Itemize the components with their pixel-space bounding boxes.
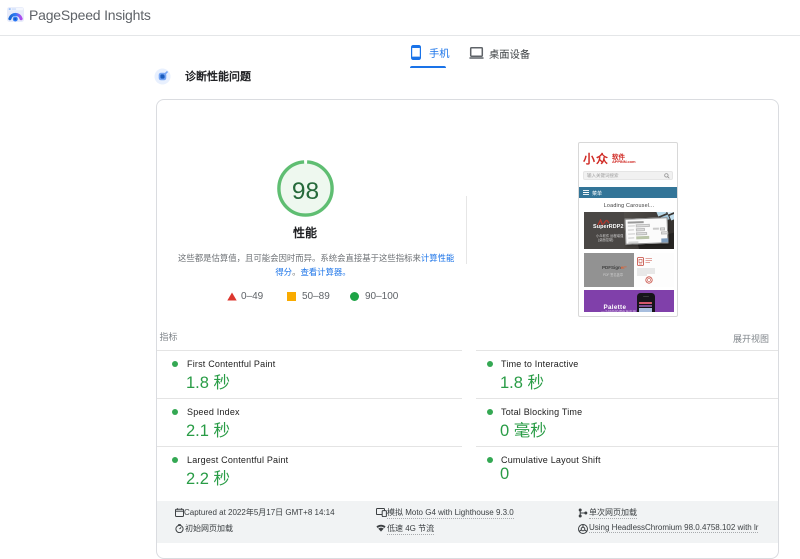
svg-text:98: 98 (292, 178, 319, 205)
